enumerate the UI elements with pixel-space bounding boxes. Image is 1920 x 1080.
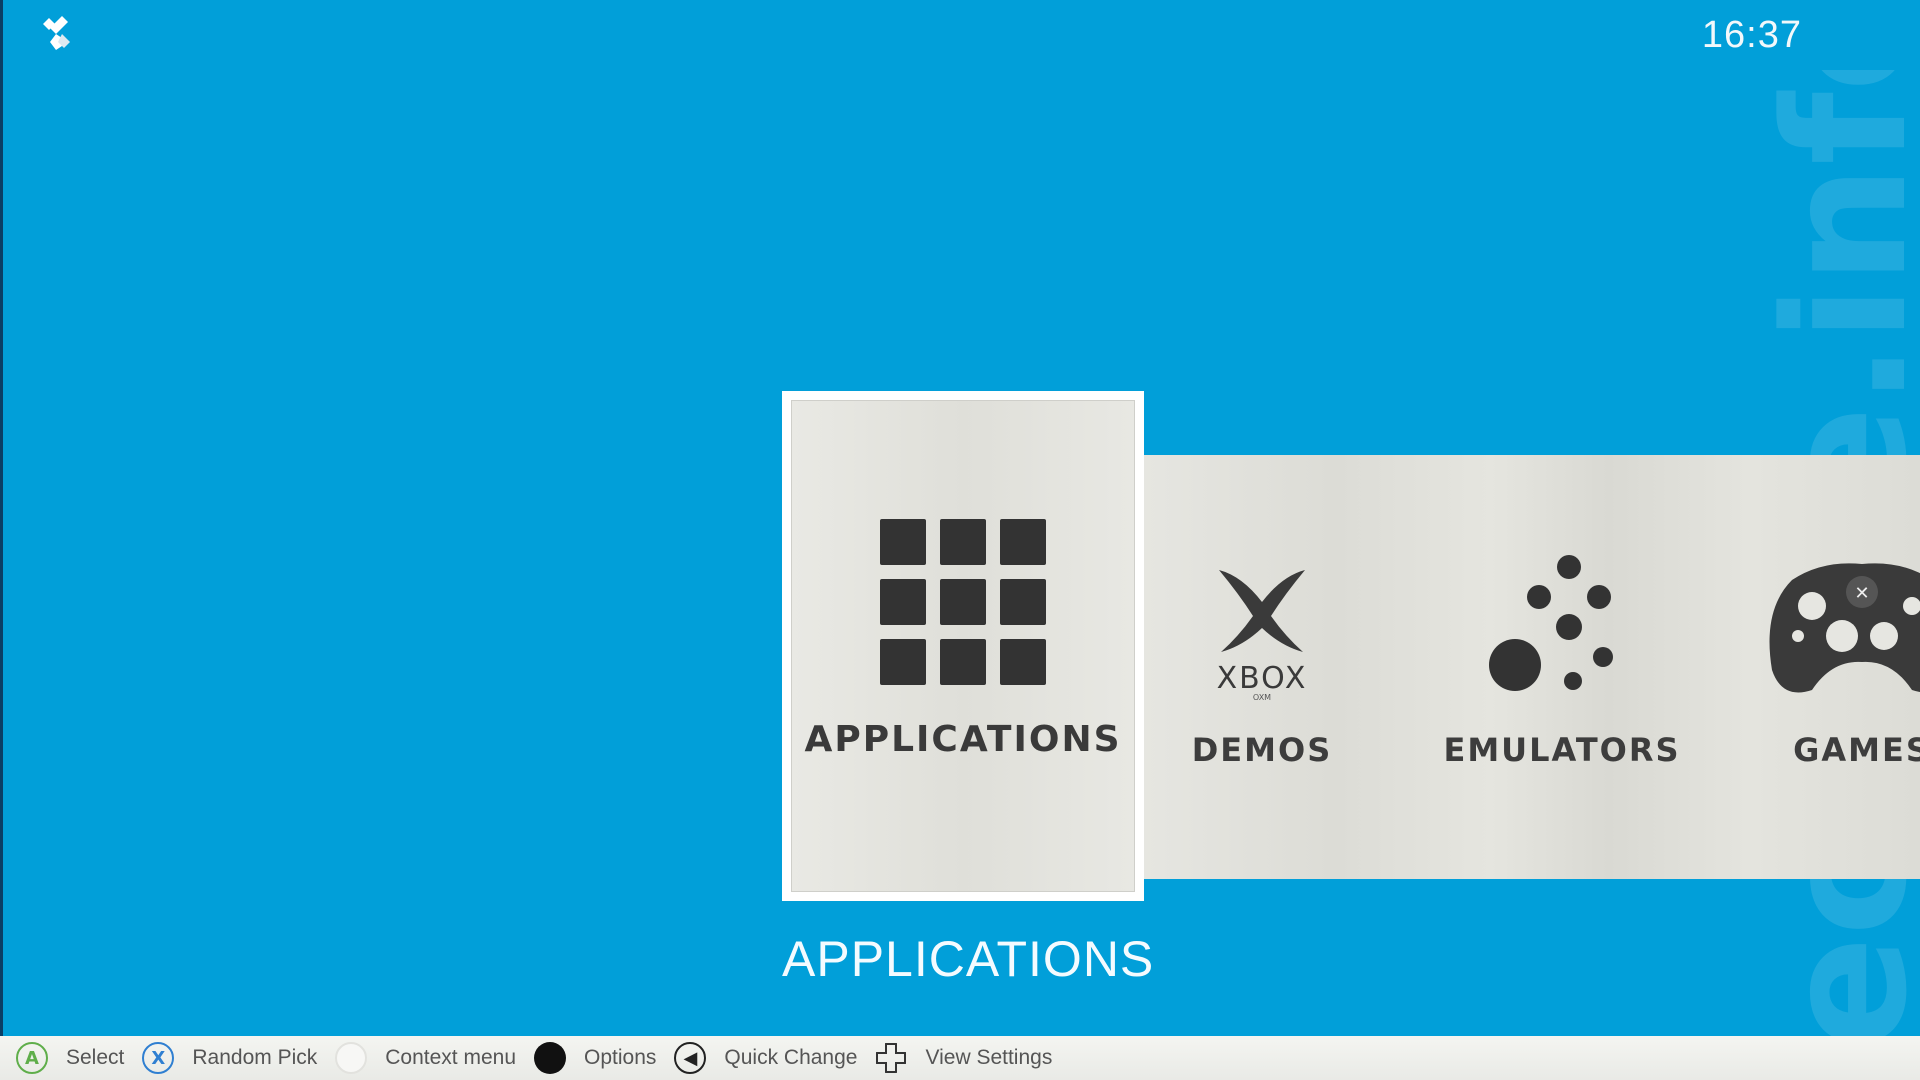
hint-random-pick[interactable]: X Random Pick [142,1042,317,1074]
hint-label: Options [584,1046,657,1069]
xbox-logo-icon: XBOX OXM [1217,570,1308,700]
x-button-icon: X [142,1042,175,1074]
a-button-icon: A [16,1042,48,1074]
selected-item-title: APPLICATIONS [782,931,1155,987]
dots-icon [1489,555,1613,691]
carousel-item-demos[interactable]: XBOX OXM DEMOS [1112,455,1412,879]
carousel-item-emulators[interactable]: EMULATORS [1412,455,1712,879]
hint-label: View Settings [925,1046,1053,1069]
gamepad-icon: ✕ [1769,563,1920,693]
carousel-item-games[interactable]: ✕ GAMES [1712,455,1920,879]
carousel-item-label: APPLICATIONS [804,719,1122,760]
dpad-icon [876,1043,907,1073]
hint-label: Select [66,1046,125,1069]
hint-select[interactable]: A Select [16,1042,124,1074]
carousel-item-label: DEMOS [1191,731,1333,769]
svg-text:✕: ✕ [1854,583,1869,604]
hint-quick-change[interactable]: ◀ Quick Change [674,1042,857,1074]
screen-edge [0,0,3,1036]
carousel-item-applications[interactable]: APPLICATIONS [782,391,1144,901]
back-button-icon: ◀ [674,1042,707,1074]
svg-text:XBOX: XBOX [1217,661,1308,696]
carousel-item-label: GAMES [1793,731,1920,769]
carousel-item-label: EMULATORS [1443,731,1681,769]
hint-label: Context menu [385,1046,517,1069]
clock: 16:37 [1701,14,1802,56]
svg-text:OXM: OXM [1253,693,1271,700]
hint-label: Random Pick [192,1046,318,1069]
app-grid-icon [880,519,1046,685]
hint-context-menu[interactable]: Context menu [335,1042,516,1074]
button-hint-bar: A Select X Random Pick Context menu Opti… [0,1036,1920,1080]
kodi-diamond-icon[interactable] [40,14,74,54]
hint-options[interactable]: Options [534,1042,656,1074]
black-button-icon [534,1042,567,1074]
white-button-icon [335,1042,368,1074]
hint-label: Quick Change [724,1046,858,1069]
hint-view-settings[interactable]: View Settings [875,1042,1052,1074]
